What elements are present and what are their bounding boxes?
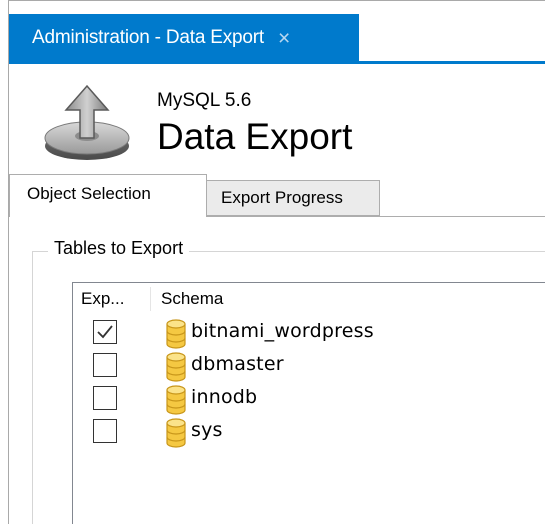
database-icon (166, 319, 186, 349)
database-icon (166, 385, 186, 415)
column-header-schema-label: Schema (161, 288, 224, 308)
export-checkbox[interactable] (93, 386, 117, 410)
page-title: Data Export (157, 116, 353, 157)
export-checkbox[interactable] (93, 353, 117, 377)
table-row[interactable]: dbmaster (73, 350, 545, 384)
tables-to-export-title: Tables to Export (48, 238, 190, 259)
column-header-export-label: Exp... (81, 288, 125, 308)
database-icon (166, 418, 186, 448)
table-row[interactable]: sys (73, 416, 545, 450)
schema-name: bitnami_wordpress (191, 320, 374, 342)
subtab-bar: Object Selection Export Progress (9, 172, 545, 217)
schema-name: innodb (191, 386, 258, 408)
column-header-export[interactable]: Exp... (73, 283, 150, 314)
page-header: MySQL 5.6 Data Export (9, 64, 545, 172)
table-row[interactable]: bitnami_wordpress (73, 317, 545, 351)
document-tab-label: Administration - Data Export (32, 27, 264, 48)
document-tabstrip: Administration - Data Export × (9, 1, 545, 62)
close-icon[interactable]: × (278, 28, 290, 49)
export-checkbox[interactable] (93, 320, 117, 344)
tab-export-progress[interactable]: Export Progress (206, 180, 380, 216)
document-tab-data-export[interactable]: Administration - Data Export × (9, 14, 359, 62)
column-header-schema[interactable]: Schema (151, 283, 223, 314)
table-row[interactable]: innodb (73, 383, 545, 417)
schema-name: dbmaster (191, 353, 284, 375)
tab-object-selection-label: Object Selection (27, 184, 151, 203)
schema-name: sys (191, 419, 223, 441)
header-subtitle: MySQL 5.6 (157, 90, 252, 111)
export-upload-icon (44, 84, 130, 160)
tab-export-progress-label: Export Progress (221, 188, 343, 207)
schema-tree[interactable]: Exp... Schema bitnami_wordpress dbmaster (72, 282, 545, 524)
tab-object-selection[interactable]: Object Selection (9, 174, 207, 217)
export-checkbox[interactable] (93, 419, 117, 443)
checkmark-icon (97, 325, 113, 339)
database-icon (166, 352, 186, 382)
